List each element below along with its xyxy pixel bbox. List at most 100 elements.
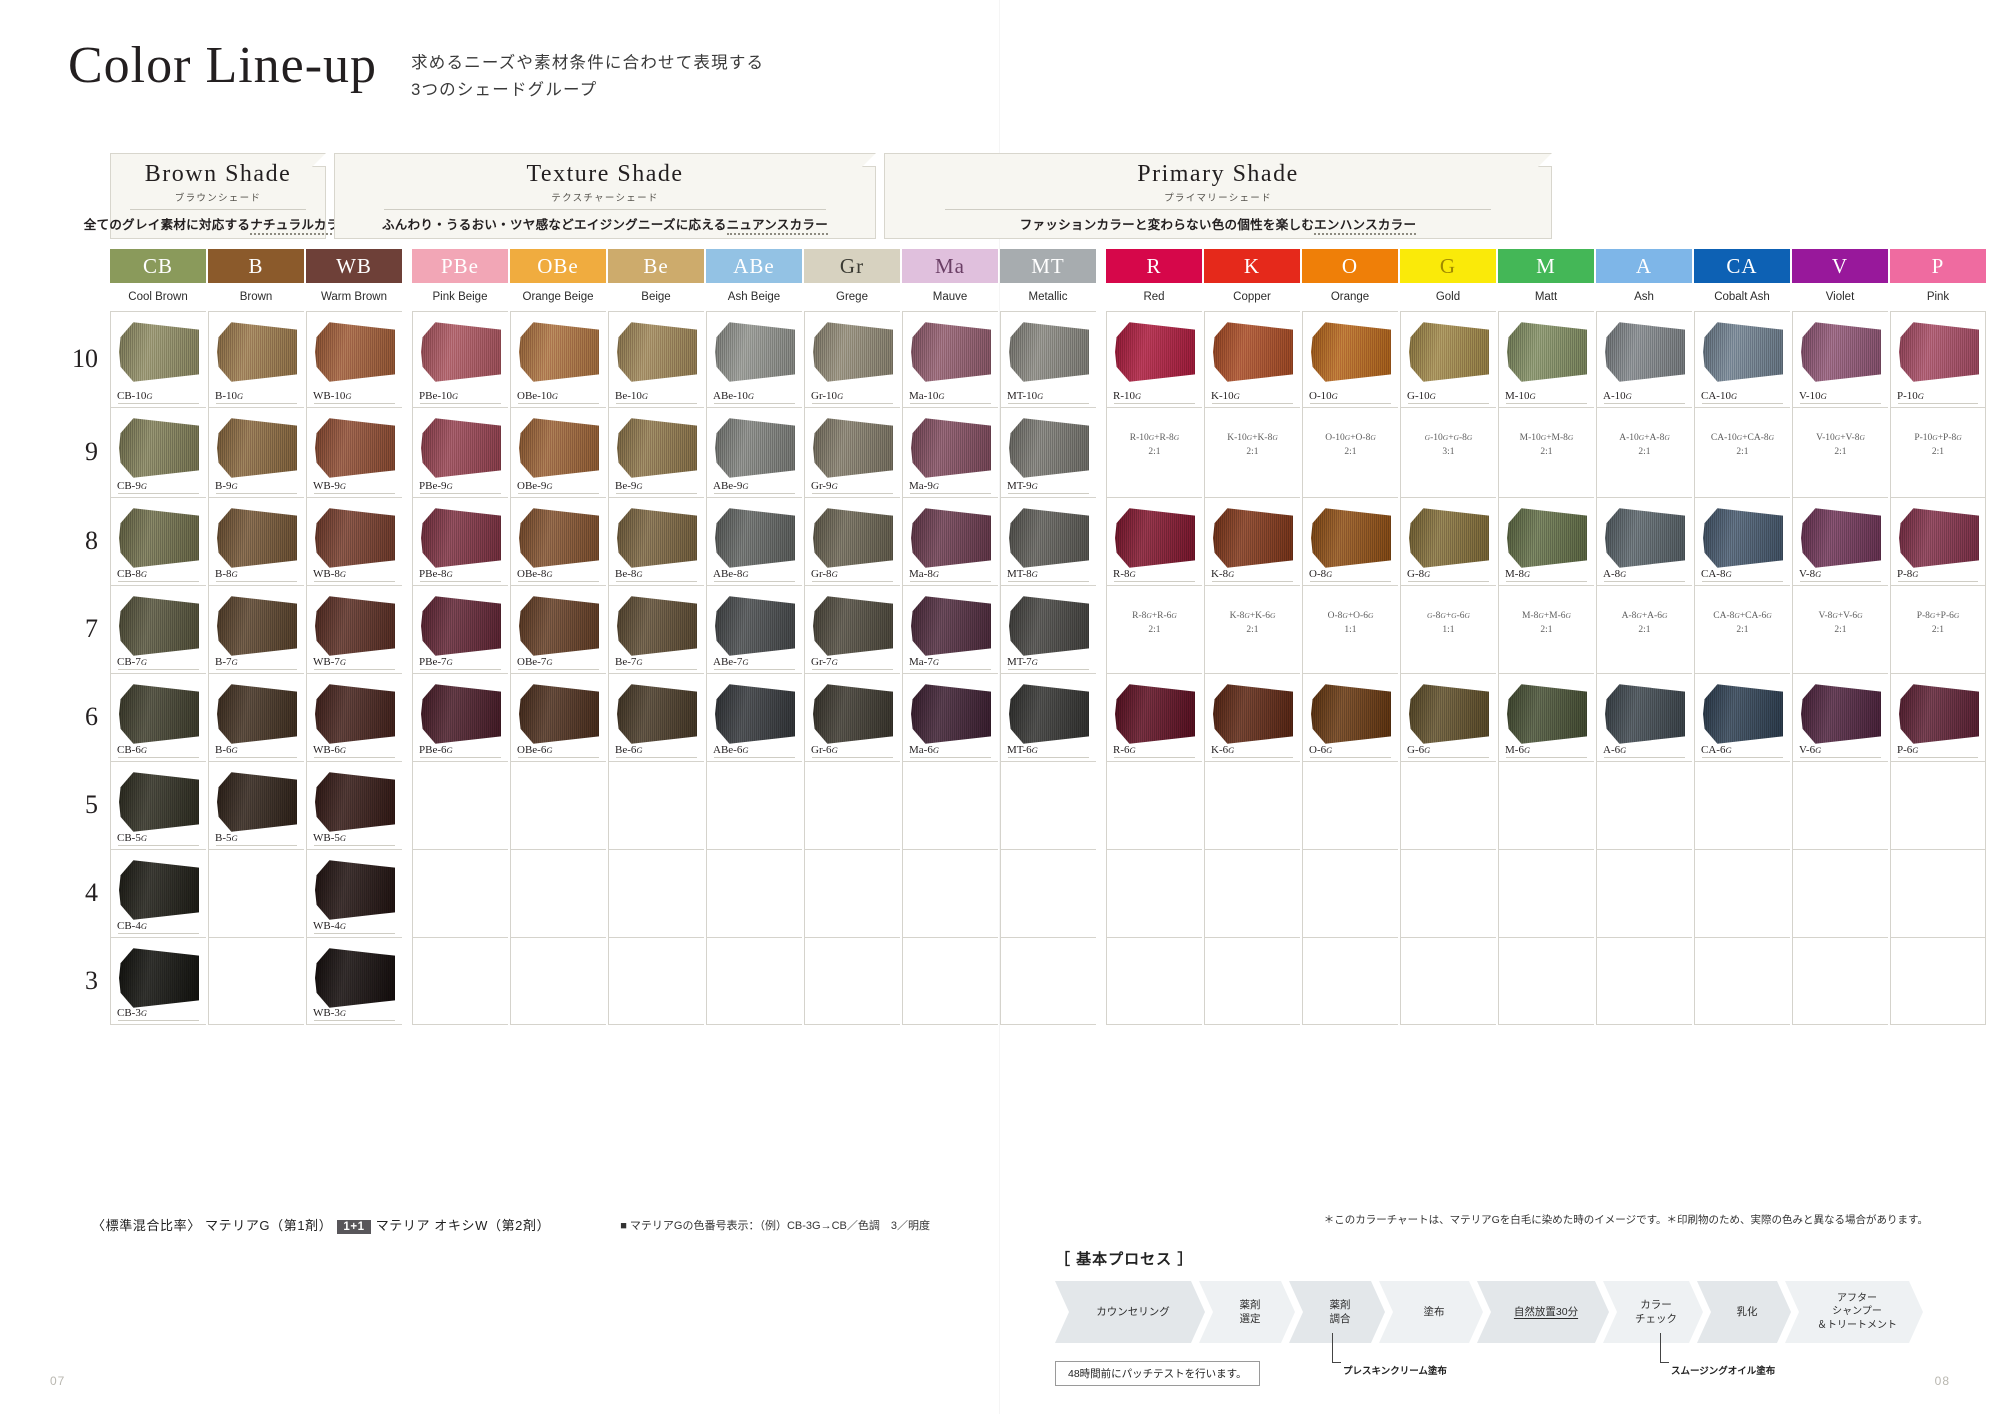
swatch-cell-ca-10[interactable]: CA-10G [1694,311,1790,407]
swatch-cell-abe-6[interactable]: ABe-6G [706,673,802,761]
swatch-cell-gr-10[interactable]: Gr-10G [804,311,900,407]
mix-formula-cell[interactable]: K-10G+K-8G 2:1 [1204,407,1300,497]
swatch-cell-b-10[interactable]: B-10G [208,311,304,407]
swatch-cell-be-6[interactable]: Be-6G [608,673,704,761]
column-header-b[interactable]: B Brown [208,249,304,311]
swatch-cell-be-8[interactable]: Be-8G [608,497,704,585]
swatch-cell-a-10[interactable]: A-10G [1596,311,1692,407]
swatch-cell-mt-6[interactable]: MT-6G [1000,673,1096,761]
swatch-cell-p-10[interactable]: P-10G [1890,311,1986,407]
swatch-cell-pbe-10[interactable]: PBe-10G [412,311,508,407]
swatch-cell-cb-9[interactable]: CB-9G [110,407,206,497]
process-step-4[interactable]: 塗布 [1379,1281,1483,1343]
swatch-cell-p-8[interactable]: P-8G [1890,497,1986,585]
mix-formula-cell[interactable]: M-8G+M-6G 2:1 [1498,585,1594,673]
column-header-g[interactable]: G Gold [1400,249,1496,311]
column-header-abe[interactable]: ABe Ash Beige [706,249,802,311]
mix-formula-cell[interactable]: R-10G+R-8G 2:1 [1106,407,1202,497]
mix-formula-cell[interactable]: CA-10G+CA-8G 2:1 [1694,407,1790,497]
swatch-cell-b-5[interactable]: B-5G [208,761,304,849]
swatch-cell-pbe-6[interactable]: PBe-6G [412,673,508,761]
column-header-p[interactable]: P Pink [1890,249,1986,311]
swatch-cell-g-8[interactable]: G-8G [1400,497,1496,585]
swatch-cell-cb-8[interactable]: CB-8G [110,497,206,585]
swatch-cell-k-8[interactable]: K-8G [1204,497,1300,585]
swatch-cell-ma-10[interactable]: Ma-10G [902,311,998,407]
swatch-cell-m-8[interactable]: M-8G [1498,497,1594,585]
swatch-cell-gr-6[interactable]: Gr-6G [804,673,900,761]
swatch-cell-abe-7[interactable]: ABe-7G [706,585,802,673]
swatch-cell-pbe-8[interactable]: PBe-8G [412,497,508,585]
swatch-cell-abe-10[interactable]: ABe-10G [706,311,802,407]
swatch-cell-m-10[interactable]: M-10G [1498,311,1594,407]
mix-formula-cell[interactable]: V-8G+V-6G 2:1 [1792,585,1888,673]
column-header-m[interactable]: M Matt [1498,249,1594,311]
swatch-cell-m-6[interactable]: M-6G [1498,673,1594,761]
process-step-3[interactable]: 薬剤 調合 [1289,1281,1385,1343]
swatch-cell-ma-7[interactable]: Ma-7G [902,585,998,673]
swatch-cell-r-10[interactable]: R-10G [1106,311,1202,407]
swatch-cell-o-6[interactable]: O-6G [1302,673,1398,761]
swatch-cell-wb-3[interactable]: WB-3G [306,937,402,1025]
swatch-cell-obe-7[interactable]: OBe-7G [510,585,606,673]
swatch-cell-ca-8[interactable]: CA-8G [1694,497,1790,585]
swatch-cell-v-6[interactable]: V-6G [1792,673,1888,761]
mix-formula-cell[interactable]: O-10G+O-8G 2:1 [1302,407,1398,497]
swatch-cell-pbe-7[interactable]: PBe-7G [412,585,508,673]
swatch-cell-wb-5[interactable]: WB-5G [306,761,402,849]
mix-formula-cell[interactable]: R-8G+R-6G 2:1 [1106,585,1202,673]
process-step-6[interactable]: カラー チェック [1603,1281,1703,1343]
process-step-8[interactable]: アフター シャンプー ＆トリートメント [1785,1281,1923,1343]
column-header-a[interactable]: A Ash [1596,249,1692,311]
mix-formula-cell[interactable]: P-8G+P-6G 2:1 [1890,585,1986,673]
swatch-cell-obe-10[interactable]: OBe-10G [510,311,606,407]
swatch-cell-cb-4[interactable]: CB-4G [110,849,206,937]
swatch-cell-r-8[interactable]: R-8G [1106,497,1202,585]
swatch-cell-wb-4[interactable]: WB-4G [306,849,402,937]
swatch-cell-cb-10[interactable]: CB-10G [110,311,206,407]
mix-formula-cell[interactable]: CA-8G+CA-6G 2:1 [1694,585,1790,673]
swatch-cell-obe-8[interactable]: OBe-8G [510,497,606,585]
swatch-cell-k-6[interactable]: K-6G [1204,673,1300,761]
swatch-cell-cb-3[interactable]: CB-3G [110,937,206,1025]
swatch-cell-g-10[interactable]: G-10G [1400,311,1496,407]
process-step-1[interactable]: カウンセリング [1055,1281,1205,1343]
swatch-cell-abe-8[interactable]: ABe-8G [706,497,802,585]
mix-formula-cell[interactable]: A-10G+A-8G 2:1 [1596,407,1692,497]
column-header-o[interactable]: O Orange [1302,249,1398,311]
swatch-cell-a-6[interactable]: A-6G [1596,673,1692,761]
swatch-cell-gr-8[interactable]: Gr-8G [804,497,900,585]
swatch-cell-gr-7[interactable]: Gr-7G [804,585,900,673]
swatch-cell-mt-9[interactable]: MT-9G [1000,407,1096,497]
process-step-7[interactable]: 乳化 [1697,1281,1791,1343]
mix-formula-cell[interactable]: V-10G+V-8G 2:1 [1792,407,1888,497]
mix-formula-cell[interactable]: G-8G+G-6G 1:1 [1400,585,1496,673]
swatch-cell-obe-9[interactable]: OBe-9G [510,407,606,497]
swatch-cell-gr-9[interactable]: Gr-9G [804,407,900,497]
swatch-cell-b-8[interactable]: B-8G [208,497,304,585]
swatch-cell-ma-9[interactable]: Ma-9G [902,407,998,497]
swatch-cell-mt-7[interactable]: MT-7G [1000,585,1096,673]
swatch-cell-abe-9[interactable]: ABe-9G [706,407,802,497]
mix-formula-cell[interactable]: G-10G+G-8G 3:1 [1400,407,1496,497]
swatch-cell-cb-6[interactable]: CB-6G [110,673,206,761]
swatch-cell-p-6[interactable]: P-6G [1890,673,1986,761]
swatch-cell-r-6[interactable]: R-6G [1106,673,1202,761]
mix-formula-cell[interactable]: M-10G+M-8G 2:1 [1498,407,1594,497]
swatch-cell-v-10[interactable]: V-10G [1792,311,1888,407]
swatch-cell-g-6[interactable]: G-6G [1400,673,1496,761]
swatch-cell-cb-7[interactable]: CB-7G [110,585,206,673]
process-step-2[interactable]: 薬剤 選定 [1199,1281,1295,1343]
column-header-r[interactable]: R Red [1106,249,1202,311]
column-header-k[interactable]: K Copper [1204,249,1300,311]
column-header-v[interactable]: V Violet [1792,249,1888,311]
column-header-be[interactable]: Be Beige [608,249,704,311]
mix-formula-cell[interactable]: A-8G+A-6G 2:1 [1596,585,1692,673]
process-step-5[interactable]: 自然放置30分 [1477,1281,1609,1343]
swatch-cell-b-6[interactable]: B-6G [208,673,304,761]
swatch-cell-wb-8[interactable]: WB-8G [306,497,402,585]
swatch-cell-mt-8[interactable]: MT-8G [1000,497,1096,585]
swatch-cell-ca-6[interactable]: CA-6G [1694,673,1790,761]
swatch-cell-a-8[interactable]: A-8G [1596,497,1692,585]
swatch-cell-b-7[interactable]: B-7G [208,585,304,673]
